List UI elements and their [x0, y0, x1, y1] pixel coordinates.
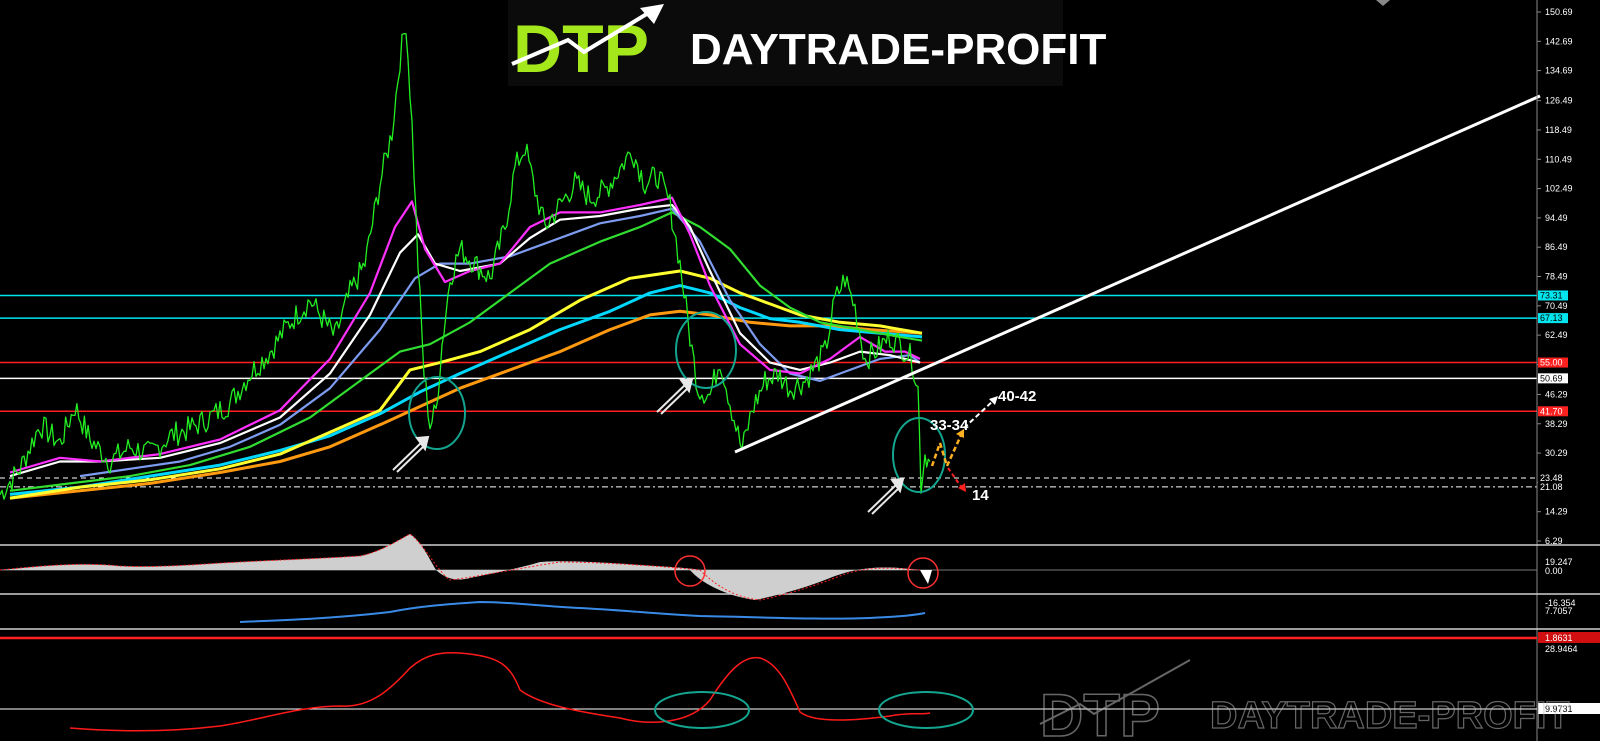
annotation-target-low: 14 — [972, 487, 989, 504]
price-tick-label: 38.29 — [1545, 419, 1568, 429]
osc-axis-mid: 0.00 — [1545, 566, 1563, 576]
price-tick-label: 94.49 — [1545, 213, 1568, 223]
price-tick-label: 70.49 — [1545, 301, 1568, 311]
price-tick-label: 126.49 — [1545, 96, 1573, 106]
level-tag-label: 55.00 — [1540, 358, 1563, 368]
level-tag-label: 21.08 — [1540, 482, 1563, 492]
price-tick-label: 110.49 — [1545, 154, 1572, 164]
price-tick-label: 46.29 — [1545, 389, 1568, 399]
rsi-axis-top: 28.9464 — [1545, 644, 1578, 654]
brand-logo-top: DTP DAYTRADE-PROFIT — [508, 0, 1107, 87]
price-tick-label: 30.29 — [1545, 448, 1568, 458]
level-tag-label: 73.31 — [1540, 290, 1563, 300]
logo-wordmark: DAYTRADE-PROFIT — [690, 25, 1107, 74]
price-chart: 40-42 33-34 14 150.69 142.69 134.69 126.49 1… — [0, 0, 1600, 741]
price-tick-label: 150.69 — [1545, 7, 1573, 17]
watermark-wordmark: DAYTRADE-PROFIT — [1210, 695, 1570, 737]
annotation-target-mid: 33-34 — [930, 417, 969, 434]
price-tick-label: 62.49 — [1545, 330, 1568, 340]
level-tag-label: 41.70 — [1540, 406, 1563, 416]
price-tick-label: 78.49 — [1545, 272, 1568, 282]
price-tick-label: 134.69 — [1545, 66, 1573, 76]
price-tick-label: 86.49 — [1545, 242, 1568, 252]
price-tick-label: 102.49 — [1545, 184, 1573, 194]
price-tick-label: 118.49 — [1545, 125, 1572, 135]
level-tag-label: 50.69 — [1540, 373, 1563, 383]
level-tag-label: 67.13 — [1540, 313, 1563, 323]
vol-axis-bottom: 1.8631 — [1545, 633, 1573, 643]
annotation-target-high: 40-42 — [998, 388, 1036, 405]
price-tick-label: 142.69 — [1545, 36, 1573, 46]
price-tick-label: 14.29 — [1545, 507, 1568, 517]
vol-axis-top: 7.7057 — [1545, 606, 1573, 616]
